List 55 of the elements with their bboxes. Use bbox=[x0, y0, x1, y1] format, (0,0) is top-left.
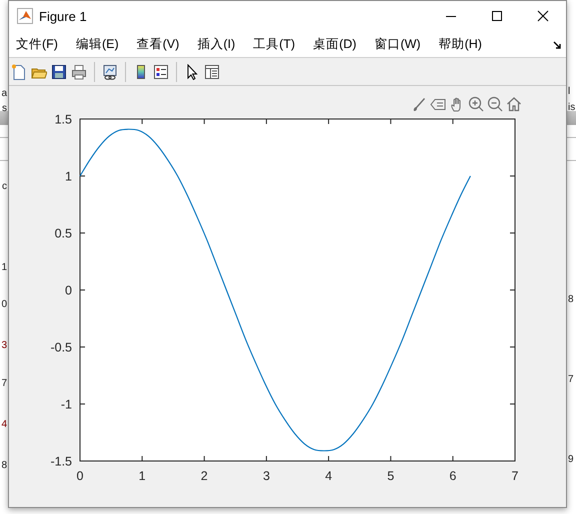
menu-item[interactable]: 文件(F) bbox=[16, 34, 58, 54]
menu-item[interactable]: 编辑(E) bbox=[76, 34, 119, 54]
zoom-out-icon[interactable] bbox=[487, 96, 503, 112]
text-fragment: l bbox=[568, 86, 570, 97]
brush-icon[interactable] bbox=[411, 96, 427, 112]
dock-arrow-icon[interactable] bbox=[553, 41, 562, 50]
text-fragment: s bbox=[2, 103, 7, 114]
new-file-icon[interactable] bbox=[11, 64, 27, 80]
text-fragment: a bbox=[1, 88, 7, 99]
y-tick-label: 0 bbox=[65, 284, 72, 298]
y-tick-label: 0.5 bbox=[54, 226, 72, 240]
x-tick-label: 5 bbox=[387, 469, 394, 483]
menu-item[interactable]: 查看(V) bbox=[136, 34, 180, 54]
menu-item[interactable]: 插入(I) bbox=[197, 34, 236, 54]
property-editor-icon[interactable] bbox=[204, 64, 220, 80]
y-tick-label: 1 bbox=[65, 170, 72, 184]
save-icon[interactable] bbox=[51, 64, 67, 80]
y-tick-label: 1.5 bbox=[54, 112, 72, 126]
y-tick-label: -0.5 bbox=[50, 340, 72, 354]
maximize-icon bbox=[491, 10, 503, 22]
window-title: Figure 1 bbox=[39, 8, 88, 24]
text-fragment: 7 bbox=[1, 378, 7, 389]
header-bar bbox=[0, 111, 8, 125]
y-tick-label: -1.5 bbox=[50, 454, 72, 468]
text-fragment: 7 bbox=[568, 374, 574, 385]
text-fragment: 0 bbox=[1, 299, 7, 310]
close-icon bbox=[537, 10, 549, 22]
text-fragment: 3 bbox=[1, 340, 7, 351]
linked-plot-icon[interactable] bbox=[102, 64, 118, 80]
home-icon[interactable] bbox=[506, 96, 522, 112]
text-fragment: 9 bbox=[568, 454, 574, 465]
data-tip-icon[interactable] bbox=[430, 96, 446, 112]
x-tick-label: 6 bbox=[449, 469, 456, 483]
x-tick-label: 1 bbox=[138, 469, 146, 483]
printer-icon[interactable] bbox=[71, 64, 87, 80]
legend-icon[interactable] bbox=[153, 64, 169, 80]
zoom-in-icon[interactable] bbox=[468, 96, 484, 112]
menu-item[interactable]: 窗口(W) bbox=[374, 34, 421, 54]
peak-icon bbox=[17, 8, 33, 24]
x-tick-label: 7 bbox=[512, 469, 518, 483]
menu-item[interactable]: 桌面(D) bbox=[313, 34, 356, 54]
text-fragment: 4 bbox=[1, 419, 7, 430]
text-fragment: c bbox=[2, 181, 7, 192]
text-fragment: 1 bbox=[1, 262, 7, 273]
y-tick-label: -1 bbox=[60, 398, 72, 412]
text-fragment: 8 bbox=[568, 294, 574, 305]
menu-item[interactable]: 帮助(H) bbox=[438, 34, 482, 54]
x-tick-label: 2 bbox=[200, 469, 208, 483]
menu-item[interactable]: 工具(T) bbox=[253, 34, 296, 54]
text-fragment: is bbox=[568, 102, 576, 113]
x-tick-label: 3 bbox=[262, 469, 270, 483]
text-fragment: 8 bbox=[1, 460, 7, 471]
x-tick-label: 4 bbox=[325, 469, 332, 483]
header-bar bbox=[567, 111, 576, 125]
x-tick-label: 0 bbox=[76, 469, 84, 483]
